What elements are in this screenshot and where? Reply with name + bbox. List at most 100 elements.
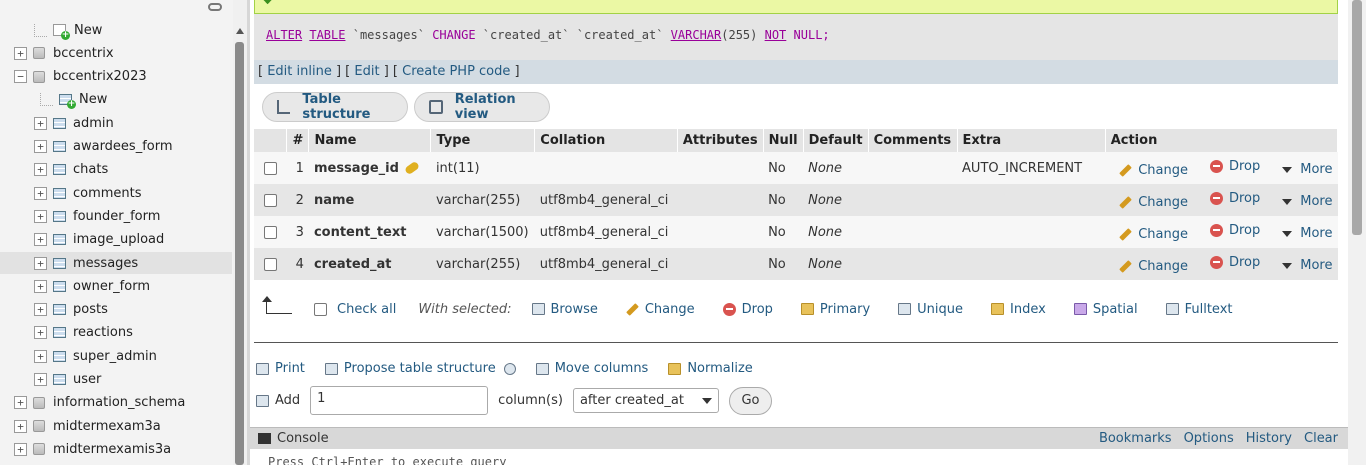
tree-new-item[interactable]: New	[0, 89, 232, 111]
row-checkbox[interactable]	[263, 193, 277, 207]
tree-table-item[interactable]: + comments	[0, 182, 232, 204]
chevron-down-icon	[1282, 198, 1293, 205]
tree-database-item[interactable]: + midtermexamis3a	[0, 438, 232, 460]
cell-collation: utf8mb4_general_ci	[534, 216, 678, 248]
go-button[interactable]: Go	[728, 386, 772, 415]
chevron-down-icon	[1282, 262, 1293, 269]
console-history-link[interactable]: History	[1246, 431, 1292, 446]
drop-selected-button[interactable]: Drop	[722, 302, 773, 317]
main-scrollbar[interactable]	[1348, 0, 1366, 465]
row-checkbox[interactable]	[263, 161, 277, 175]
expand-icon[interactable]: +	[14, 442, 27, 456]
expand-icon[interactable]: +	[34, 303, 47, 317]
change-button[interactable]: Change	[1119, 227, 1188, 242]
change-button[interactable]: Change	[1119, 195, 1188, 210]
tree-table-item[interactable]: + posts	[0, 299, 232, 321]
link-icon[interactable]	[208, 3, 222, 11]
create-php-code-link[interactable]: Create PHP code	[402, 64, 510, 79]
row-checkbox[interactable]	[263, 225, 277, 239]
collapse-icon[interactable]: −	[14, 70, 27, 84]
tree-table-item[interactable]: + admin	[0, 112, 232, 134]
column-header-checkbox	[254, 129, 288, 152]
sql-keyword[interactable]: VARCHAR	[671, 28, 722, 42]
tree-table-item[interactable]: + founder_form	[0, 205, 232, 227]
console-bar[interactable]: Console Bookmarks Options History Clear	[250, 427, 1348, 449]
unique-button[interactable]: Unique	[898, 302, 963, 317]
expand-icon[interactable]: +	[34, 116, 47, 130]
change-button[interactable]: Change	[1119, 259, 1188, 274]
expand-icon[interactable]: +	[34, 163, 47, 177]
print-button[interactable]: Print	[256, 361, 305, 376]
tree-table-item[interactable]: + reactions	[0, 322, 232, 344]
tree-table-item[interactable]: + image_upload	[0, 229, 232, 251]
tree-table-item[interactable]: + user	[0, 369, 232, 391]
sql-keyword[interactable]: ALTER	[266, 28, 302, 42]
sidebar-scrollbar[interactable]	[233, 0, 247, 465]
expand-icon[interactable]: +	[34, 256, 47, 270]
tree-new-item[interactable]: New	[0, 19, 232, 41]
sidebar-scroll-thumb[interactable]	[235, 42, 244, 465]
tab-table-structure[interactable]: Table structure	[262, 92, 408, 122]
tree-table-item[interactable]: + owner_form	[0, 275, 232, 297]
expand-icon[interactable]: +	[14, 396, 27, 410]
expand-icon[interactable]: +	[34, 186, 47, 200]
drop-button[interactable]: Drop	[1209, 255, 1260, 270]
tree-table-item[interactable]: + messages	[0, 252, 232, 274]
expand-icon[interactable]: +	[14, 46, 27, 60]
expand-icon[interactable]: +	[34, 209, 47, 223]
console-clear-link[interactable]: Clear	[1304, 431, 1338, 446]
console-bookmarks-link[interactable]: Bookmarks	[1099, 431, 1172, 446]
propose-structure-button[interactable]: Propose table structure	[324, 361, 496, 376]
tree-database-item[interactable]: + information_schema	[0, 392, 232, 414]
tree-table-item[interactable]: + chats	[0, 159, 232, 181]
edit-inline-link[interactable]: Edit inline	[267, 64, 332, 79]
sql-keyword[interactable]: NOT	[765, 28, 787, 42]
change-button[interactable]: Change	[1119, 163, 1188, 178]
expand-icon[interactable]: +	[34, 279, 47, 293]
scroll-up-arrow-icon[interactable]	[236, 28, 244, 34]
more-button[interactable]: More	[1282, 258, 1333, 273]
tree-table-item[interactable]: + awardees_form	[0, 136, 232, 158]
expand-icon[interactable]: +	[34, 326, 47, 340]
expand-icon[interactable]: +	[34, 233, 47, 247]
main-scroll-thumb[interactable]	[1352, 0, 1362, 235]
help-icon[interactable]	[503, 362, 516, 375]
tab-relation-view[interactable]: Relation view	[414, 92, 550, 122]
expand-icon[interactable]: +	[14, 419, 27, 433]
tree-database-item[interactable]: + bccentrix	[0, 42, 232, 64]
more-button[interactable]: More	[1282, 194, 1333, 209]
index-button[interactable]: Index	[991, 302, 1046, 317]
drop-button[interactable]: Drop	[1209, 159, 1260, 174]
primary-button[interactable]: Primary	[800, 302, 870, 317]
check-all-checkbox[interactable]	[314, 302, 327, 316]
row-checkbox[interactable]	[263, 257, 277, 271]
expand-icon[interactable]: +	[34, 373, 47, 386]
normalize-button[interactable]: Normalize	[668, 361, 753, 376]
expand-icon[interactable]: +	[34, 140, 47, 153]
tree-database-item[interactable]: − bccentrix2023	[0, 66, 232, 88]
fulltext-button[interactable]: Fulltext	[1165, 302, 1232, 317]
expand-icon[interactable]: +	[34, 349, 47, 363]
drop-button[interactable]: Drop	[1209, 191, 1260, 206]
tree-table-item[interactable]: + super_admin	[0, 345, 232, 367]
move-columns-button[interactable]: Move columns	[535, 361, 648, 376]
drop-button[interactable]: Drop	[1209, 222, 1261, 238]
more-button[interactable]: More	[1282, 226, 1333, 241]
browse-button[interactable]: Browse	[531, 302, 598, 317]
sql-keyword: NULL;	[793, 28, 830, 42]
edit-link[interactable]: Edit	[354, 64, 379, 79]
add-column-count-input[interactable]: 1	[310, 386, 489, 415]
console-options-link[interactable]: Options	[1184, 431, 1234, 446]
fulltext-icon	[1165, 303, 1179, 315]
drop-label: Drop	[1228, 222, 1261, 238]
sql-keyword[interactable]: TABLE	[309, 28, 345, 42]
console-query-input[interactable]: Press Ctrl+Enter to execute query	[250, 449, 1348, 465]
change-selected-button[interactable]: Change	[625, 302, 695, 317]
tree-database-item[interactable]: + midtermexam3a	[0, 415, 232, 437]
column-position-select[interactable]: after created_at	[572, 388, 719, 413]
spatial-button[interactable]: Spatial	[1073, 302, 1138, 317]
drop-icon	[1209, 159, 1223, 173]
success-message	[254, 0, 1338, 14]
more-button[interactable]: More	[1282, 162, 1333, 177]
check-all-link[interactable]: Check all	[337, 302, 396, 317]
